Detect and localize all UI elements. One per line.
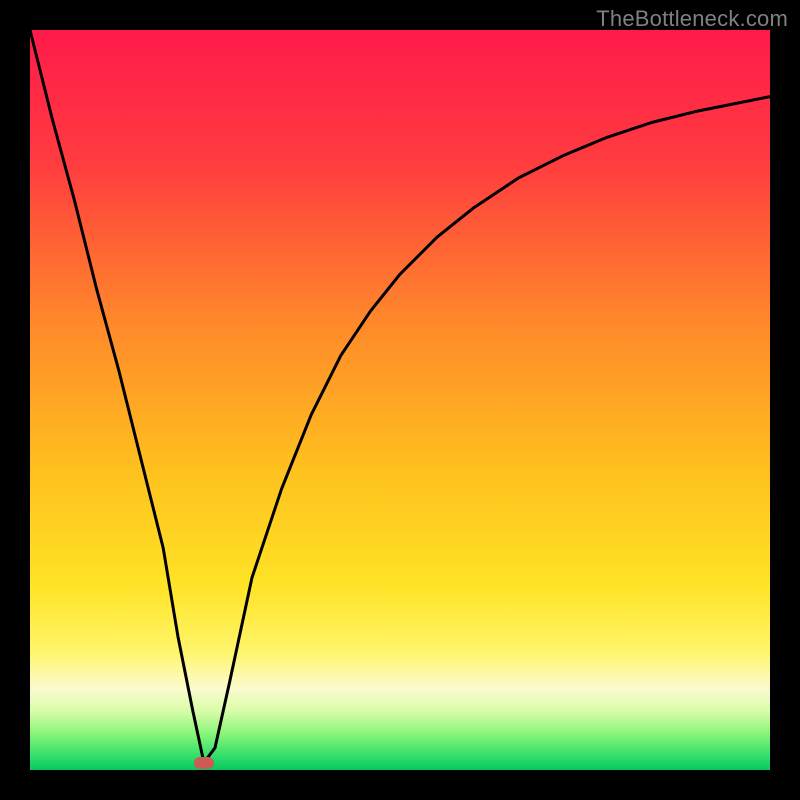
chart-stage: TheBottleneck.com — [0, 0, 800, 800]
optimal-marker — [194, 757, 214, 769]
watermark-text: TheBottleneck.com — [596, 6, 788, 32]
plot-area — [30, 30, 770, 770]
bottleneck-curve — [30, 30, 770, 763]
curve-layer — [30, 30, 770, 770]
